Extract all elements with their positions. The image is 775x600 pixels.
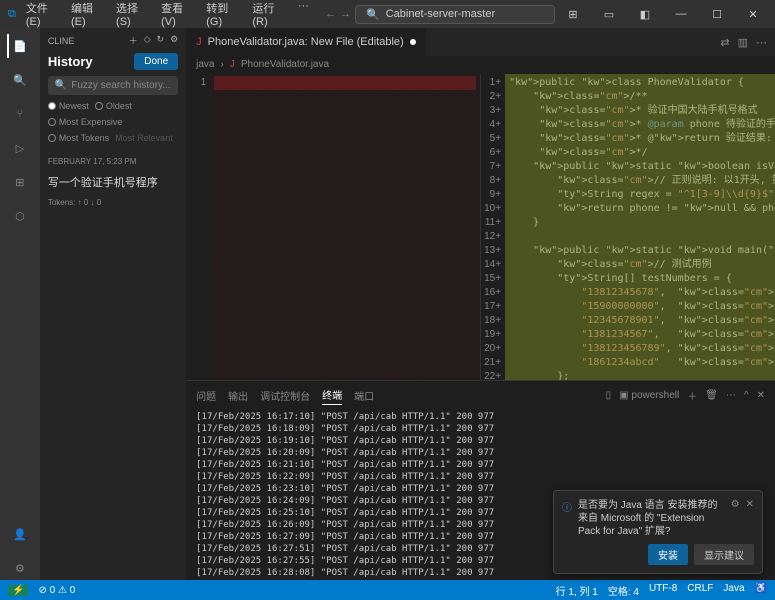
titlebar: ⧉ 文件(E) 编辑(E) 选择(S) 查看(V) 转到(G) 运行(R) ··… xyxy=(0,0,775,28)
tab-phonevalidator[interactable]: J PhoneValidator.java: New File (Editabl… xyxy=(186,28,427,56)
minimize-icon[interactable]: — xyxy=(667,8,695,20)
activity-bar: 📄 🔍 ⑂ ▷ ⊞ ⬡ 👤 ⚙ xyxy=(0,28,40,580)
status-a11y[interactable]: ♿ xyxy=(755,583,767,598)
market-icon[interactable]: ◇ xyxy=(144,34,151,47)
close-icon[interactable]: ✕ xyxy=(746,499,754,510)
tab-ports[interactable]: 端口 xyxy=(354,386,374,405)
more-icon[interactable]: ⋯ xyxy=(726,390,736,401)
panel-title: CLINE xyxy=(48,36,75,46)
maximize-panel-icon[interactable]: ^ xyxy=(744,390,749,401)
history-icon[interactable]: ↻ xyxy=(157,34,165,47)
history-date: FEBRUARY 17, 5:23 PM xyxy=(48,157,178,166)
status-problems[interactable]: ⊘ 0 ⚠ 0 xyxy=(38,585,75,596)
cline-icon[interactable]: ⬡ xyxy=(8,204,32,228)
status-encoding[interactable]: UTF-8 xyxy=(649,583,677,598)
filter-newest[interactable]: Newest xyxy=(48,101,89,111)
search-icon[interactable]: 🔍 xyxy=(8,68,32,92)
sidebar-icon[interactable]: ◧ xyxy=(631,8,659,21)
scm-icon[interactable]: ⑂ xyxy=(8,102,32,126)
maximize-icon[interactable]: ☐ xyxy=(703,8,731,21)
tab-output[interactable]: 输出 xyxy=(228,386,248,405)
done-button[interactable]: Done xyxy=(134,53,178,70)
tab-bar: J PhoneValidator.java: New File (Editabl… xyxy=(186,28,775,56)
info-icon: ⓘ xyxy=(562,499,572,514)
filter-tokens[interactable]: Most Tokens xyxy=(48,133,109,143)
dirty-indicator xyxy=(410,39,416,45)
status-bar: ⚡ ⊘ 0 ⚠ 0 行 1, 列 1 空格: 4 UTF-8 CRLF Java… xyxy=(0,580,775,600)
status-eol[interactable]: CRLF xyxy=(687,583,713,598)
more-icon[interactable]: ⋯ xyxy=(756,36,767,49)
extensions-icon[interactable]: ⊞ xyxy=(8,170,32,194)
history-search[interactable]: 🔍 Fuzzy search history... xyxy=(48,76,178,95)
close-panel-icon[interactable]: ✕ xyxy=(757,390,765,401)
search-text: Cabinet-server-master xyxy=(386,8,495,20)
split-icon[interactable]: ▥ xyxy=(738,36,748,49)
account-icon[interactable]: 👤 xyxy=(8,522,32,546)
history-heading: History xyxy=(48,54,93,69)
new-terminal-icon[interactable]: ＋ xyxy=(687,388,697,403)
trash-icon[interactable]: 🗑 xyxy=(705,390,718,401)
status-lang[interactable]: Java xyxy=(723,583,744,598)
editor-pane-right[interactable]: 1+2+3+4+5+6+7+8+9+10+11+12+13+14+15+16+1… xyxy=(480,74,775,380)
breadcrumb[interactable]: java › J PhoneValidator.java xyxy=(186,56,775,74)
filter-relevant: Most Relevant xyxy=(115,133,173,143)
layout-icon[interactable]: ⊞ xyxy=(559,8,587,21)
show-recommendations-button[interactable]: 显示建议 xyxy=(694,544,754,565)
split-terminal-icon[interactable]: ▯ xyxy=(606,390,612,401)
tab-debug[interactable]: 调试控制台 xyxy=(260,386,310,405)
add-icon[interactable]: ＋ xyxy=(129,34,138,47)
toast-message: 是否要为 Java 语言 安装推荐的 来自 Microsoft 的 "Exten… xyxy=(578,499,725,538)
settings-icon[interactable]: ⚙ xyxy=(8,556,32,580)
tab-terminal[interactable]: 终端 xyxy=(322,385,342,405)
debug-icon[interactable]: ▷ xyxy=(8,136,32,160)
status-cursor[interactable]: 行 1, 列 1 xyxy=(556,583,598,598)
history-meta: Tokens: ↑ 0 ↓ 0 xyxy=(48,198,178,207)
search-icon: 🔍 xyxy=(55,80,67,91)
tab-label: PhoneValidator.java: New File (Editable) xyxy=(208,36,404,48)
java-icon: J xyxy=(196,36,202,48)
gear-icon[interactable]: ⚙ xyxy=(731,499,740,510)
history-item[interactable]: 写一个验证手机号程序 xyxy=(48,174,178,190)
filter-expensive[interactable]: Most Expensive xyxy=(48,117,123,127)
close-icon[interactable]: ✕ xyxy=(739,8,767,21)
command-center[interactable]: 🔍 Cabinet-server-master xyxy=(355,5,555,24)
diff-icon[interactable]: ⇄ xyxy=(720,36,729,49)
gear-icon[interactable]: ⚙ xyxy=(170,34,178,47)
remote-icon[interactable]: ⚡ xyxy=(8,585,28,596)
install-button[interactable]: 安装 xyxy=(648,544,688,565)
tab-problems[interactable]: 问题 xyxy=(196,386,216,405)
search-icon: 🔍 xyxy=(366,8,380,21)
panel-icon[interactable]: ▭ xyxy=(595,8,623,21)
java-icon: J xyxy=(230,59,235,70)
status-indent[interactable]: 空格: 4 xyxy=(608,583,639,598)
notification-toast: ⓘ 是否要为 Java 语言 安装推荐的 来自 Microsoft 的 "Ext… xyxy=(553,490,763,574)
sidebar: CLINE ＋ ◇ ↻ ⚙ History Done 🔍 Fuzzy searc… xyxy=(40,28,186,580)
editor-pane-left[interactable]: 1 xyxy=(186,74,480,380)
vscode-icon: ⧉ xyxy=(8,8,16,21)
explorer-icon[interactable]: 📄 xyxy=(7,34,31,58)
back-icon[interactable]: ← xyxy=(325,8,336,20)
filter-oldest[interactable]: Oldest xyxy=(95,101,132,111)
forward-icon[interactable]: → xyxy=(340,8,351,20)
terminal-profile[interactable]: ▣ powershell xyxy=(619,390,679,401)
